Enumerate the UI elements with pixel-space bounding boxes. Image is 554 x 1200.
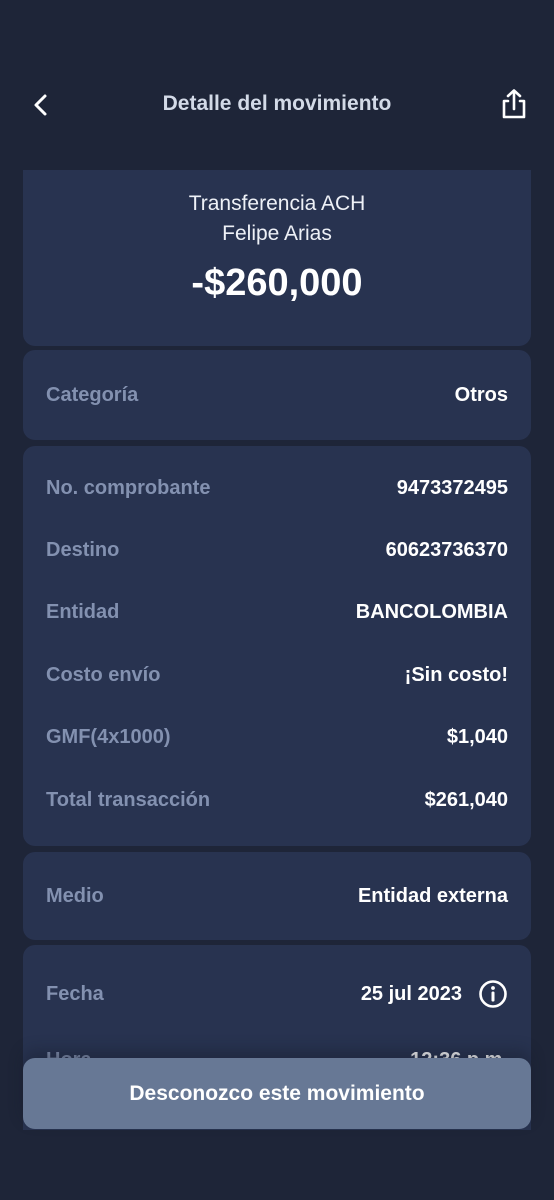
fecha-row: Fecha 25 jul 2023 — [46, 979, 508, 1009]
share-icon — [502, 89, 526, 119]
detail-row-destino: Destino 60623736370 — [46, 535, 508, 565]
category-label: Categoría — [46, 383, 139, 406]
category-value: Otros — [454, 383, 508, 406]
detail-value: 60623736370 — [385, 538, 508, 561]
detail-label: Destino — [46, 538, 120, 561]
details-card: No. comprobante 9473372495 Destino 60623… — [23, 446, 531, 846]
medio-card: Medio Entidad externa — [23, 852, 531, 940]
dispute-transaction-button[interactable]: Desconozco este movimiento — [23, 1058, 531, 1129]
medio-value: Entidad externa — [357, 884, 508, 907]
detail-label: Costo envío — [46, 663, 161, 686]
fecha-value-wrap: 25 jul 2023 — [361, 979, 508, 1009]
medio-row: Medio Entidad externa — [46, 881, 508, 911]
medio-label: Medio — [46, 884, 104, 907]
detail-value: $1,040 — [446, 725, 508, 748]
detail-row-comprobante: No. comprobante 9473372495 — [46, 473, 508, 503]
detail-label: Entidad — [46, 600, 120, 623]
detail-value: BANCOLOMBIA — [355, 600, 508, 623]
detail-row-entidad: Entidad BANCOLOMBIA — [46, 597, 508, 627]
detail-row-gmf: GMF(4x1000) $1,040 — [46, 722, 508, 752]
fecha-label: Fecha — [46, 982, 104, 1005]
category-row: Categoría Otros — [46, 380, 508, 410]
summary-card: Transferencia ACH Felipe Arias -$260,000 — [23, 170, 531, 346]
transaction-amount: -$260,000 — [191, 262, 363, 304]
fecha-value: 25 jul 2023 — [360, 982, 462, 1005]
detail-label: GMF(4x1000) — [46, 725, 171, 748]
page-title: Detalle del movimiento — [162, 92, 392, 115]
detail-label: No. comprobante — [46, 476, 211, 499]
detail-value: $261,040 — [424, 788, 508, 811]
detail-label: Total transacción — [46, 788, 211, 811]
info-icon[interactable] — [478, 979, 508, 1009]
screen: Detalle del movimiento Transferencia ACH… — [0, 0, 554, 1200]
detail-value: ¡Sin costo! — [404, 663, 508, 686]
details-scroll[interactable]: Transferencia ACH Felipe Arias -$260,000… — [0, 170, 554, 1130]
detail-row-total: Total transacción $261,040 — [46, 785, 508, 815]
transaction-type: Transferencia ACH — [188, 192, 366, 215]
recipient-name: Felipe Arias — [222, 222, 332, 245]
detail-row-costo-envio: Costo envío ¡Sin costo! — [46, 660, 508, 690]
detail-value: 9473372495 — [396, 476, 508, 499]
category-card: Categoría Otros — [23, 350, 531, 440]
header: Detalle del movimiento — [0, 60, 554, 150]
share-button[interactable] — [496, 86, 532, 122]
